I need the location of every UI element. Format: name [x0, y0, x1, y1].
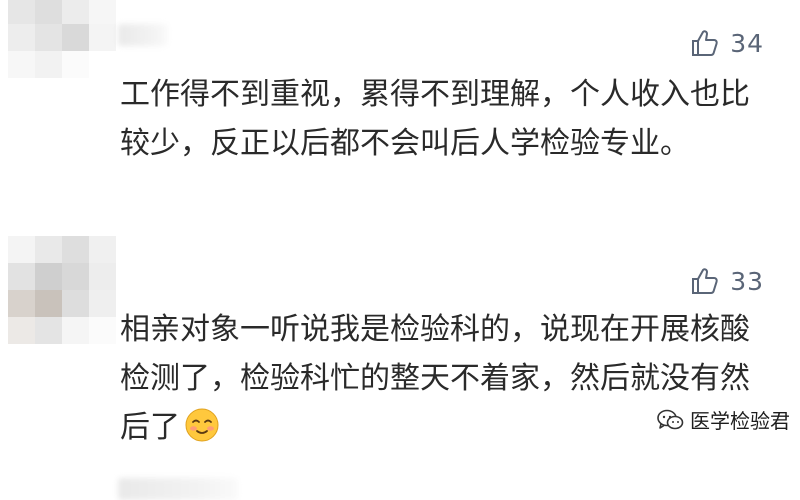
thumbs-up-icon	[692, 268, 718, 294]
thumbs-up-icon	[692, 30, 718, 56]
like-count: 34	[730, 28, 764, 58]
username-blurred	[118, 24, 168, 46]
comment-1: 34 工作得不到重视，累得不到理解，个人收入也比较少，反正以后都不会叫后人学检验…	[0, 0, 800, 222]
like-button[interactable]: 34	[690, 28, 764, 58]
like-button[interactable]: 33	[690, 266, 764, 296]
avatar-mosaic	[8, 0, 116, 78]
like-count: 33	[730, 266, 764, 296]
avatar-blurred[interactable]	[8, 236, 116, 346]
avatar-blurred[interactable]	[8, 0, 116, 80]
smiling-face-emoji-icon	[185, 408, 219, 442]
watermark-label: 医学检验君	[690, 409, 790, 433]
username-blurred	[118, 478, 238, 500]
avatar-mosaic	[8, 236, 116, 344]
comment-text: 工作得不到重视，累得不到理解，个人收入也比较少，反正以后都不会叫后人学检验专业。	[120, 77, 750, 161]
watermark: 医学检验君	[656, 405, 790, 434]
wechat-icon	[657, 409, 684, 429]
